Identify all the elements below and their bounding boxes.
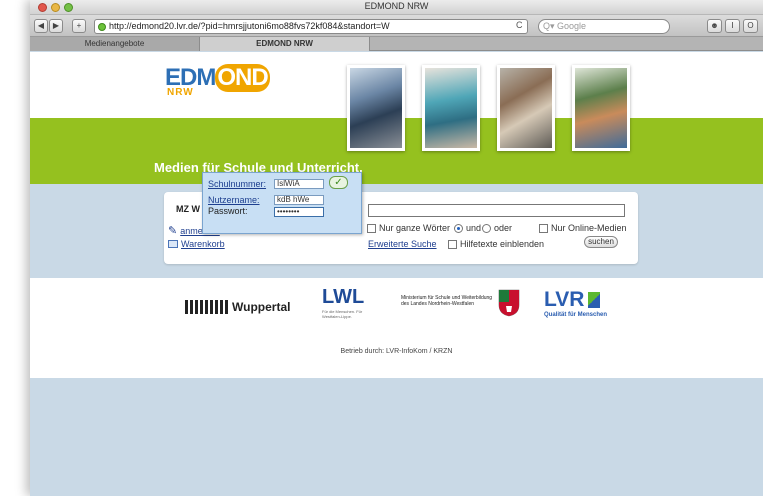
and-label: und [466, 223, 482, 233]
partners-band [30, 278, 763, 378]
tab-medienangebote[interactable]: Medienangebote [30, 37, 200, 51]
lvr-arrow-icon [588, 292, 601, 308]
or-label: oder [494, 223, 513, 233]
browser-toolbar: ◀ ▶ + http://edmond20.lvr.de/?pid=hmrsjj… [30, 15, 763, 37]
url-text: http://edmond20.lvr.de/?pid=hmrsjjutoni6… [109, 21, 390, 31]
logo-text-ond: OND [215, 64, 270, 92]
add-bookmark-button[interactable]: + [72, 19, 86, 33]
tab-edmond-nrw[interactable]: EDMOND NRW [200, 37, 370, 51]
lvr-mark: LVR [544, 288, 607, 312]
help-texts-option[interactable]: Hilfetexte einblenden [448, 239, 544, 249]
lwl-subtitle: Für die Menschen. Für Westfalen-Lippe. [322, 309, 363, 319]
online-only-label: Nur Online-Medien [551, 223, 627, 233]
lvr-logo[interactable]: LVR Qualität für Menschen [544, 288, 607, 318]
and-option[interactable]: und [454, 223, 481, 233]
cart-link[interactable]: Warenkorb [181, 239, 225, 249]
tab-bar: Medienangebote EDMOND NRW [30, 37, 763, 51]
wuppertal-mark-icon [185, 300, 229, 314]
lwl-logo[interactable]: LWL Für die Menschen. Für Westfalen-Lipp… [322, 286, 372, 319]
or-option[interactable]: oder [482, 223, 512, 233]
reload-icon[interactable]: C [516, 20, 523, 30]
login-popup: Schulnummer: IslWiA ✓ Nutzername: kdB hW… [202, 172, 362, 234]
title-bar: EDMOND NRW [30, 0, 763, 15]
advanced-search-link[interactable]: Erweiterte Suche [368, 239, 437, 249]
online-only-option[interactable]: Nur Online-Medien [539, 223, 627, 233]
password-input[interactable]: •••••••• [274, 207, 324, 217]
cart-icon [168, 240, 178, 248]
search-button[interactable]: suchen [584, 236, 618, 248]
whole-words-option[interactable]: Nur ganze Wörter [367, 223, 450, 233]
browser-search-field[interactable]: Q▾ Google [538, 19, 670, 34]
photo-4 [572, 65, 630, 151]
toolbar-button-3[interactable]: O [743, 19, 758, 33]
back-button[interactable]: ◀ [34, 19, 48, 33]
photo-3 [497, 65, 555, 151]
username-input[interactable]: kdB hWe [274, 195, 324, 205]
photo-1 [347, 65, 405, 151]
whole-words-checkbox[interactable] [367, 223, 376, 233]
wuppertal-text: Wuppertal [232, 300, 291, 314]
footer-operators: Betrieb durch: LVR-InfoKom / KRZN [340, 348, 453, 355]
password-label: Passwort: [208, 206, 248, 216]
lvr-subtitle: Qualität für Menschen [544, 312, 608, 318]
edmond-logo[interactable]: EDMOND NRW [165, 64, 275, 98]
school-number-label: Schulnummer: [208, 179, 267, 189]
logo-subtitle: NRW [167, 87, 194, 98]
online-only-checkbox[interactable] [539, 223, 548, 233]
photo-2 [422, 65, 480, 151]
username-label: Nutzername: [208, 195, 260, 205]
school-number-input[interactable]: IslWiA [274, 179, 324, 189]
and-radio[interactable] [454, 223, 463, 233]
lvr-text: LVR [544, 288, 585, 311]
whole-words-label: Nur ganze Wörter [379, 223, 451, 233]
help-texts-checkbox[interactable] [448, 239, 457, 249]
lwl-text: LWL [322, 286, 365, 308]
cart-row: Warenkorb [168, 239, 225, 249]
browser-window: EDMOND NRW ◀ ▶ + http://edmond20.lvr.de/… [30, 0, 763, 496]
toolbar-button-2[interactable]: Ⅰ [725, 19, 740, 33]
forward-button[interactable]: ▶ [49, 19, 63, 33]
help-texts-label: Hilfetexte einblenden [460, 239, 545, 249]
url-field[interactable]: http://edmond20.lvr.de/?pid=hmrsjjutoni6… [94, 19, 528, 34]
window-title: EDMOND NRW [364, 1, 429, 11]
or-radio[interactable] [482, 223, 491, 233]
web-page: EDMOND NRW Medien für Schule und Unterri… [30, 52, 763, 496]
mz-label: MZ W [176, 204, 200, 214]
nrw-coat-of-arms-icon[interactable] [498, 289, 520, 317]
login-confirm-button[interactable]: ✓ [329, 176, 348, 189]
advanced-row: Erweiterte Suche [368, 239, 437, 249]
toolbar-button-1[interactable]: ☻ [707, 19, 722, 33]
site-favicon-icon [98, 23, 106, 31]
search-input[interactable] [368, 204, 625, 217]
pencil-icon: ✎ [168, 225, 178, 237]
ministry-text[interactable]: Ministerium für Schule und Weiterbildung… [401, 295, 496, 307]
wuppertal-logo[interactable]: Wuppertal [185, 300, 290, 314]
